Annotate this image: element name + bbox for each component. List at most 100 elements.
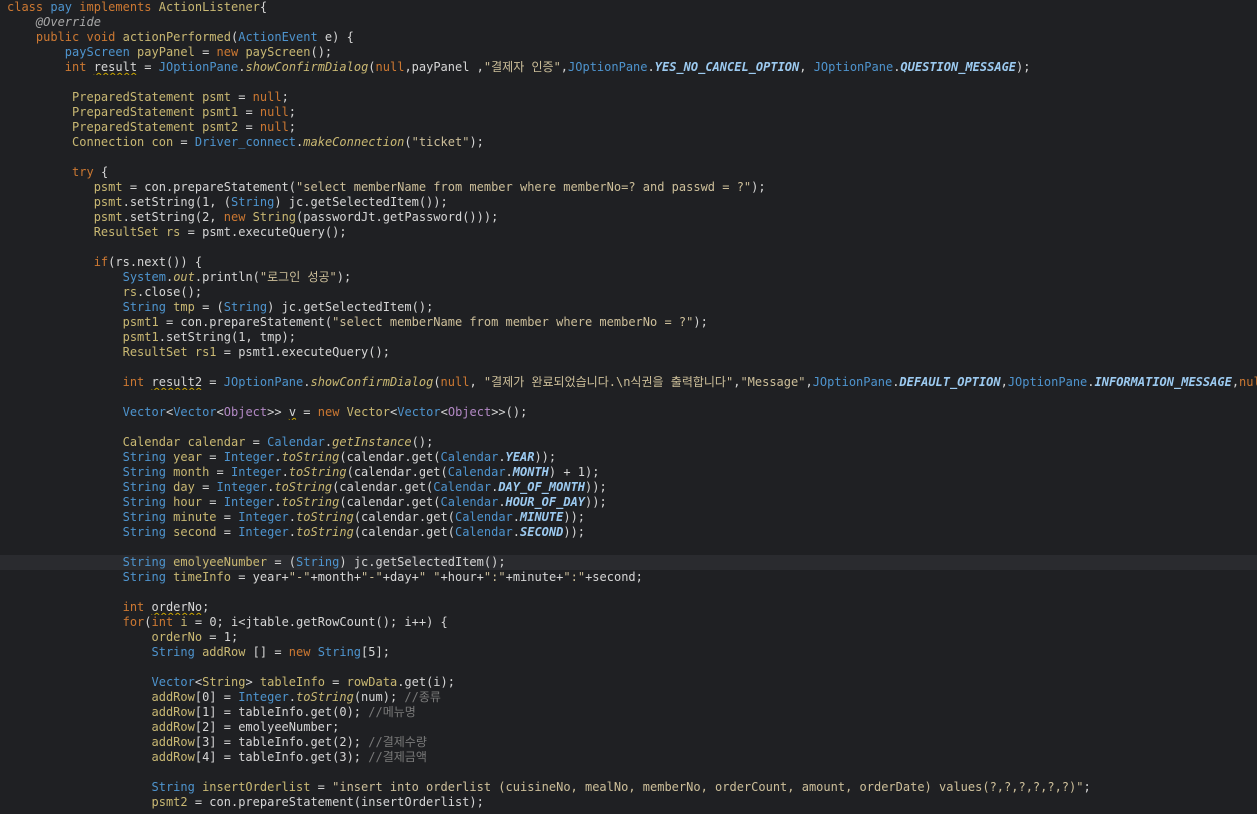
code-token: showConfirmDialog	[310, 375, 434, 389]
code-token: Integer	[223, 450, 275, 464]
code-line[interactable]: String insertOrderlist = "insert into or…	[0, 780, 1257, 795]
code-token: Calendar	[433, 480, 492, 494]
code-line[interactable]: Connection con = Driver_connect.makeConn…	[0, 135, 1257, 150]
code-line[interactable]: int result2 = JOptionPane. showConfirmDia…	[0, 375, 1257, 390]
code-token: JOptionPane	[568, 60, 648, 74]
code-line[interactable]: @Override	[0, 15, 1257, 30]
code-line[interactable]: payScreen payPanel = new payScreen();	[0, 45, 1257, 60]
code-token: =	[223, 525, 239, 539]
code-token: JOptionPane	[813, 60, 894, 74]
code-token: (num);	[353, 690, 405, 704]
code-line[interactable]: rs.close();	[0, 285, 1257, 300]
code-line[interactable]: addRow[3] = tableInfo.get(2); //결제수량	[0, 735, 1257, 750]
code-token: = con.prepareStatement(	[129, 180, 296, 194]
code-token: insertOrderlist	[202, 780, 318, 794]
code-token: rs	[165, 225, 188, 239]
code-line[interactable]	[0, 540, 1257, 555]
code-line[interactable]: psmt2 = con.prepareStatement(insertOrder…	[0, 795, 1257, 810]
code-line[interactable]: Vector<Vector<Object>> v = new Vector<Ve…	[0, 405, 1257, 420]
code-line[interactable]: ResultSet rs = psmt.executeQuery();	[0, 225, 1257, 240]
code-line[interactable]: String month = Integer.toString(calendar…	[0, 465, 1257, 480]
code-token: = psmt1.executeQuery();	[223, 345, 390, 359]
code-line[interactable]: String day = Integer.toString(calendar.g…	[0, 480, 1257, 495]
code-token: (	[368, 60, 376, 74]
code-line[interactable]: if(rs.next()) {	[0, 255, 1257, 270]
code-line[interactable]: String addRow [] = new String[5];	[0, 645, 1257, 660]
code-line[interactable]: PreparedStatement psmt1 = null;	[0, 105, 1257, 120]
code-line[interactable]: String timeInfo = year+"-"+month+"-"+day…	[0, 570, 1257, 585]
code-line[interactable]: addRow[2] = emolyeeNumber;	[0, 720, 1257, 735]
code-line[interactable]: for(int i = 0; i<jtable.getRowCount(); i…	[0, 615, 1257, 630]
code-token: psmt2	[151, 795, 195, 809]
code-line[interactable]: String minute = Integer.toString(calenda…	[0, 510, 1257, 525]
code-line[interactable]: int result = JOptionPane. showConfirmDial…	[0, 60, 1257, 75]
code-token: "Message"	[740, 375, 806, 389]
code-line[interactable]: Calendar calendar = Calendar.getInstance…	[0, 435, 1257, 450]
code-token: ) + 1);	[548, 465, 600, 479]
code-line[interactable]: String second = Integer.toString(calenda…	[0, 525, 1257, 540]
code-token: class	[7, 0, 51, 14]
code-line[interactable]: psmt.setString(1, (String) jc.getSelecte…	[0, 195, 1257, 210]
code-line[interactable]: psmt1.setString(1, tmp);	[0, 330, 1257, 345]
code-token: null	[440, 375, 470, 389]
code-token: .	[274, 450, 282, 464]
code-line[interactable]	[0, 240, 1257, 255]
code-token: "insert into orderlist (cuisineNo, mealN…	[332, 780, 1084, 794]
code-line[interactable]: String tmp = (String) jc.getSelectedItem…	[0, 300, 1257, 315]
code-token: Object	[447, 405, 492, 419]
code-line[interactable]: public void actionPerformed(ActionEvent …	[0, 30, 1257, 45]
code-line[interactable]: try {	[0, 165, 1257, 180]
code-token: psmt1	[122, 315, 166, 329]
code-line[interactable]: addRow[1] = tableInfo.get(0); //메뉴명	[0, 705, 1257, 720]
code-line[interactable]: System.out.println("로그인 성공");	[0, 270, 1257, 285]
code-token: String	[296, 555, 340, 569]
code-line[interactable]: PreparedStatement psmt = null;	[0, 90, 1257, 105]
code-line[interactable]: ResultSet rs1 = psmt1.executeQuery();	[0, 345, 1257, 360]
code-line[interactable]: psmt.setString(2, new String(passwordJt.…	[0, 210, 1257, 225]
code-token: );	[336, 270, 352, 284]
code-line[interactable]	[0, 660, 1257, 675]
code-token: String	[151, 645, 203, 659]
code-line[interactable]: String year = Integer.toString(calendar.…	[0, 450, 1257, 465]
code-line[interactable]: orderNo = 1;	[0, 630, 1257, 645]
code-line[interactable]: class pay implements ActionListener{	[0, 0, 1257, 15]
code-line[interactable]	[0, 390, 1257, 405]
code-token: [5];	[361, 645, 390, 659]
code-token: +hour+	[440, 570, 484, 584]
code-line[interactable]: addRow[4] = tableInfo.get(3); //결제금액	[0, 750, 1257, 765]
code-token: YES_NO_CANCEL_OPTION	[654, 60, 800, 74]
code-line[interactable]: psmt = con.prepareStatement("select memb…	[0, 180, 1257, 195]
code-token: =	[332, 675, 347, 689]
code-editor[interactable]: class pay implements ActionListener{ @Ov…	[0, 0, 1257, 814]
code-token: = 1;	[209, 630, 239, 644]
code-token: tableInfo	[259, 675, 333, 689]
code-line[interactable]: PreparedStatement psmt2 = null;	[0, 120, 1257, 135]
code-token: +day+	[382, 570, 419, 584]
code-line[interactable]	[0, 420, 1257, 435]
code-token: void	[86, 30, 123, 44]
code-line[interactable]	[0, 360, 1257, 375]
code-token: Integer	[223, 495, 275, 509]
code-token: psmt	[93, 195, 123, 209]
code-line[interactable]	[0, 150, 1257, 165]
code-line[interactable]	[0, 75, 1257, 90]
code-line[interactable]: Vector<String> tableInfo = rowData.get(i…	[0, 675, 1257, 690]
code-line[interactable]: addRow[0] = Integer.toString(num); //종류	[0, 690, 1257, 705]
code-line[interactable]: String emolyeeNumber = (String) jc.getSe…	[0, 555, 1257, 570]
code-line[interactable]: int orderNo;	[0, 600, 1257, 615]
code-line[interactable]	[0, 765, 1257, 780]
code-token: result2	[151, 375, 203, 389]
code-line[interactable]: String hour = Integer.toString(calendar.…	[0, 495, 1257, 510]
code-token: String	[317, 645, 362, 659]
code-token: JOptionPane	[812, 375, 893, 389]
code-line[interactable]: psmt1 = con.prepareStatement("select mem…	[0, 315, 1257, 330]
code-line[interactable]	[0, 585, 1257, 600]
code-token: =	[137, 60, 159, 74]
